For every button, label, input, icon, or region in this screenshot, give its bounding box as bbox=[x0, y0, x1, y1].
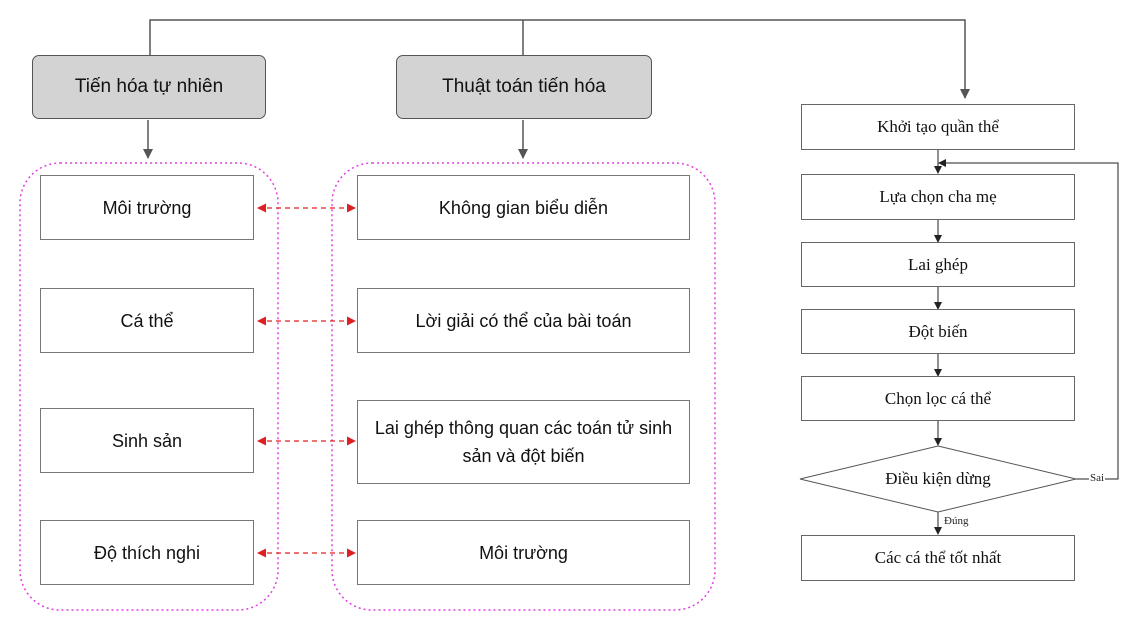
flow-step-parent-selection: Lựa chọn cha mẹ bbox=[801, 174, 1075, 220]
flow-step-mutation: Đột biến bbox=[801, 309, 1075, 354]
algorithm-item-representation-space: Không gian biểu diễn bbox=[357, 175, 690, 240]
algorithm-item-candidate-solution: Lời giải có thể của bài toán bbox=[357, 288, 690, 353]
flow-step-crossover: Lai ghép bbox=[801, 242, 1075, 287]
flow-step-initialize-population: Khởi tạo quần thể bbox=[801, 104, 1075, 150]
header-natural-evolution: Tiến hóa tự nhiên bbox=[32, 55, 266, 119]
natural-item-fitness: Độ thích nghi bbox=[40, 520, 254, 585]
algorithm-item-crossover-mutation: Lai ghép thông quan các toán tử sinh sản… bbox=[357, 400, 690, 484]
header-evolutionary-algorithm: Thuật toán tiến hóa bbox=[396, 55, 652, 119]
algorithm-item-environment: Môi trường bbox=[357, 520, 690, 585]
flow-yes-label: Đúng bbox=[944, 515, 969, 527]
flow-no-label: Sai bbox=[1089, 472, 1106, 484]
natural-item-individual: Cá thể bbox=[40, 288, 254, 353]
flow-step-survivor-selection: Chọn lọc cá thể bbox=[801, 376, 1075, 421]
flow-result-best-individuals: Các cá thể tốt nhất bbox=[801, 535, 1075, 581]
natural-item-environment: Môi trường bbox=[40, 175, 254, 240]
diagram-canvas: Tiến hóa tự nhiên Thuật toán tiến hóa Mô… bbox=[0, 0, 1144, 626]
natural-item-reproduction: Sinh sản bbox=[40, 408, 254, 473]
flow-decision-label: Điều kiện dừng bbox=[885, 469, 991, 488]
